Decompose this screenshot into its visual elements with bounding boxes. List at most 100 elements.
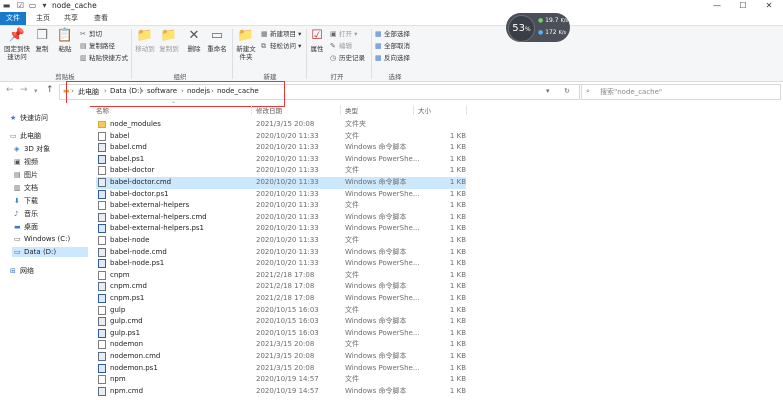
file-row[interactable]: gulp.ps1 2020/10/15 16:03 Windows PowerShe… bbox=[96, 328, 466, 340]
tab-home[interactable]: 主页 bbox=[30, 12, 56, 25]
column-header-date[interactable]: 修改日期 bbox=[256, 105, 282, 115]
nav-network[interactable]: ⊞ 网络 bbox=[10, 266, 34, 276]
file-row[interactable]: gulp 2020/10/15 16:03 文件 1 KB bbox=[96, 305, 466, 317]
up-arrow-icon[interactable]: ↑ bbox=[46, 85, 54, 95]
file-icon bbox=[98, 270, 106, 280]
select-none-icon: ▦ bbox=[375, 42, 382, 50]
file-row[interactable]: babel 2020/10/20 11:33 文件 1 KB bbox=[96, 131, 466, 143]
forward-arrow-icon[interactable]: → bbox=[20, 85, 28, 95]
file-row[interactable]: gulp.cmd 2020/10/15 16:03 Windows 命令脚本 1 KB bbox=[96, 316, 466, 328]
delete-button[interactable]: ✕ 删除 bbox=[186, 29, 202, 54]
column-divider[interactable] bbox=[251, 105, 252, 115]
cmd-script-icon bbox=[98, 352, 106, 361]
rename-button[interactable]: ▭ 重命名 bbox=[205, 29, 229, 54]
nav-videos[interactable]: ▣ 视频 bbox=[14, 157, 38, 167]
file-row[interactable]: nodemon 2021/3/15 20:08 文件 1 KB bbox=[96, 339, 466, 351]
open-button[interactable]: ▣ 打开 ▾ bbox=[330, 30, 357, 38]
nav-documents[interactable]: ▥ 文档 bbox=[14, 183, 38, 193]
paste-shortcut-button[interactable]: ▥ 粘贴快捷方式 bbox=[80, 54, 128, 62]
search-placeholder: 搜索"node_cache" bbox=[600, 88, 663, 96]
file-date: 2021/3/15 20:08 bbox=[256, 340, 315, 349]
file-row[interactable]: babel-node 2020/10/20 11:33 文件 1 KB bbox=[96, 235, 466, 247]
history-button[interactable]: ◷ 历史记录 bbox=[330, 54, 365, 62]
file-row[interactable]: babel-node.ps1 2020/10/20 11:33 Windows Po… bbox=[96, 258, 466, 270]
file-row[interactable]: nodemon.ps1 2021/3/15 20:08 Windows PowerS… bbox=[96, 363, 466, 375]
column-header-name[interactable]: 名称 bbox=[96, 105, 109, 115]
file-row[interactable]: babel-doctor.ps1 2020/10/20 11:33 Windows … bbox=[96, 189, 466, 201]
maximize-button[interactable]: ☐ bbox=[730, 0, 756, 12]
history-icon: ◷ bbox=[330, 54, 337, 62]
powershell-script-icon bbox=[98, 328, 106, 338]
tab-view[interactable]: 查看 bbox=[88, 12, 114, 25]
nav-pictures[interactable]: ▤ 图片 bbox=[14, 170, 38, 180]
file-row[interactable]: npm.cmd 2020/10/19 14:57 Windows 命令脚本 1 KB bbox=[96, 386, 466, 398]
copy-to-button[interactable]: 📁 复制到 bbox=[158, 29, 180, 54]
cut-button[interactable]: ✂ 剪切 bbox=[80, 30, 102, 38]
desktop-icon: ▬ bbox=[14, 223, 21, 231]
properties-quick-icon[interactable]: ☑ bbox=[16, 1, 25, 10]
file-row[interactable]: babel-external-helpers.cmd 2020/10/20 11:… bbox=[96, 212, 466, 224]
nav-music[interactable]: ♪ 音乐 bbox=[14, 209, 38, 219]
file-row[interactable]: babel-doctor 2020/10/20 11:33 文件 1 KB bbox=[96, 165, 466, 177]
file-row[interactable]: babel-doctor.cmd 2020/10/20 11:33 Windows … bbox=[96, 177, 466, 189]
new-folder-button[interactable]: 📁 新建文件夹 bbox=[234, 29, 258, 62]
column-divider[interactable] bbox=[466, 105, 467, 115]
file-row[interactable]: cnpm.cmd 2021/2/18 17:08 Windows 命令脚本 1 KB bbox=[96, 281, 466, 293]
file-row[interactable]: babel-node.cmd 2020/10/20 11:33 Windows 命令… bbox=[96, 247, 466, 259]
easy-access-label: 轻松访问 bbox=[270, 42, 296, 50]
file-row[interactable]: cnpm.ps1 2021/2/18 17:08 Windows PowerShe.… bbox=[96, 293, 466, 305]
file-row[interactable]: babel.cmd 2020/10/20 11:33 Windows 命令脚本 1 K… bbox=[96, 142, 466, 154]
edit-button[interactable]: ✎ 编辑 bbox=[330, 42, 352, 50]
file-icon bbox=[98, 236, 106, 245]
back-arrow-icon[interactable]: ← bbox=[6, 85, 14, 95]
minimize-button[interactable]: — bbox=[704, 0, 730, 12]
open-icon: ▣ bbox=[330, 30, 337, 38]
column-header-type[interactable]: 类型 bbox=[345, 105, 358, 115]
chevron-down-icon[interactable]: ▾ bbox=[40, 1, 49, 10]
column-header-size[interactable]: 大小 bbox=[418, 105, 431, 115]
address-dropdown-icon[interactable]: ▾ bbox=[546, 87, 550, 95]
nav-data-drive[interactable]: ▭ Data (D:) bbox=[12, 247, 88, 257]
file-row[interactable]: babel.ps1 2020/10/20 11:33 Windows PowerSh… bbox=[96, 154, 466, 166]
column-divider[interactable] bbox=[340, 105, 341, 115]
tab-file[interactable]: 文件 bbox=[0, 12, 26, 25]
paste-icon: 📋 bbox=[56, 28, 74, 43]
file-row[interactable]: npm 2020/10/19 14:57 文件 1 KB bbox=[96, 374, 466, 386]
refresh-icon[interactable]: ↻ bbox=[564, 87, 570, 95]
file-row[interactable]: babel-external-helpers 2020/10/20 11:33 文件… bbox=[96, 200, 466, 212]
properties-button[interactable]: ☑ 属性 bbox=[309, 29, 325, 54]
copy-button[interactable]: ❐ 复制 bbox=[33, 29, 51, 54]
invert-selection-button[interactable]: ▦ 反向选择 bbox=[375, 54, 410, 62]
file-name: babel.ps1 bbox=[110, 154, 145, 163]
close-button[interactable]: ✕ bbox=[756, 0, 782, 12]
select-all-button[interactable]: ▦ 全部选择 bbox=[375, 30, 410, 38]
file-row[interactable]: babel-external-helpers.ps1 2020/10/20 11:… bbox=[96, 223, 466, 235]
new-item-button[interactable]: ▦ 新建项目 ▾ bbox=[261, 30, 301, 38]
open-label: 打开 bbox=[339, 30, 352, 38]
nav-3d-objects[interactable]: ◈ 3D 对象 bbox=[14, 144, 50, 154]
column-divider[interactable] bbox=[413, 105, 414, 115]
powershell-script-icon bbox=[98, 189, 106, 199]
file-row[interactable]: nodemon.cmd 2021/3/15 20:08 Windows 命令脚本 1 … bbox=[96, 351, 466, 363]
tab-share[interactable]: 共享 bbox=[58, 12, 84, 25]
file-row[interactable]: cnpm 2021/2/18 17:08 文件 1 KB bbox=[96, 270, 466, 282]
paste-button[interactable]: 📋 粘贴 bbox=[55, 28, 75, 54]
file-name: node_modules bbox=[110, 120, 161, 128]
file-date: 2021/3/15 20:08 bbox=[256, 352, 315, 360]
move-to-button[interactable]: 📁 移动到 bbox=[134, 29, 156, 54]
easy-access-button[interactable]: ⧉ 轻松访问 ▾ bbox=[261, 42, 301, 50]
nav-this-pc[interactable]: ▭ 此电脑 bbox=[10, 131, 41, 141]
nav-windows-drive[interactable]: ▭ Windows (C:) bbox=[14, 235, 70, 243]
nav-downloads[interactable]: ⬇ 下载 bbox=[14, 196, 38, 206]
file-row[interactable]: node_modules 2021/3/15 20:08 文件夹 bbox=[96, 119, 466, 131]
pin-quick-access-button[interactable]: 📌 固定到快速访问 bbox=[2, 29, 32, 62]
network-speed-badge[interactable]: 53% ● 19.7 K/s ● 172 K/s bbox=[506, 13, 570, 42]
move-to-label: 移动到 bbox=[135, 45, 155, 53]
recent-locations-icon[interactable]: ▾ bbox=[34, 87, 38, 95]
select-none-button[interactable]: ▦ 全部取消 bbox=[375, 42, 410, 50]
copy-path-button[interactable]: ▤ 复制路径 bbox=[80, 42, 115, 50]
nav-quick-access[interactable]: ★ 快速访问 bbox=[10, 113, 48, 123]
nav-desktop[interactable]: ▬ 桌面 bbox=[14, 222, 38, 232]
new-folder-quick-icon[interactable]: ▭ bbox=[28, 1, 37, 10]
search-box[interactable]: ⌕ 搜索"node_cache" bbox=[579, 84, 781, 100]
